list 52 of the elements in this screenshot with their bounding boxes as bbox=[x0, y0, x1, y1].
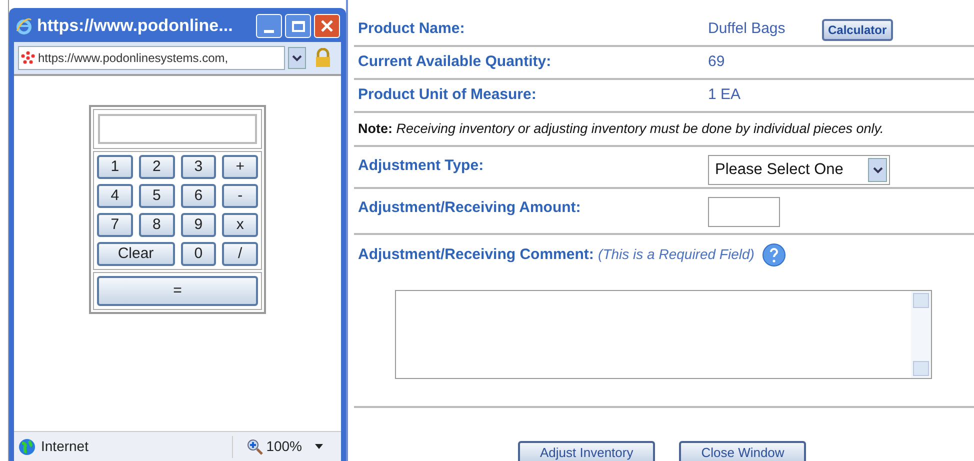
field-value: Duffel Bags bbox=[708, 19, 786, 40]
window-title: https://www.podonline... bbox=[37, 15, 233, 38]
scrollbar[interactable] bbox=[911, 291, 931, 378]
calculator-key[interactable]: + bbox=[222, 155, 258, 179]
calculator-key[interactable]: 4 bbox=[97, 184, 133, 208]
lock-icon bbox=[315, 48, 331, 68]
field-label: Product Unit of Measure: bbox=[358, 85, 538, 106]
calculator-key[interactable]: 3 bbox=[180, 155, 216, 179]
calculator-key[interactable]: 1 bbox=[97, 155, 133, 179]
calculator-key[interactable]: 7 bbox=[97, 213, 133, 237]
field-label: Adjustment Type: bbox=[358, 156, 485, 176]
adjustment-type-select[interactable]: Please Select One bbox=[708, 155, 890, 185]
calculator-key[interactable]: 9 bbox=[180, 213, 216, 237]
calculator-key[interactable]: Clear bbox=[97, 242, 174, 266]
calculator-key[interactable]: / bbox=[222, 242, 258, 266]
calculator-key[interactable]: 8 bbox=[138, 213, 174, 237]
minimize-button[interactable] bbox=[256, 14, 282, 38]
site-icon bbox=[21, 51, 35, 65]
note-text: Note: Receiving inventory or adjusting inventory must be done by individual pieces only. bbox=[358, 120, 884, 138]
calculator-key[interactable]: 0 bbox=[180, 242, 216, 266]
form-button[interactable]: Close Window bbox=[679, 441, 806, 461]
close-icon bbox=[321, 20, 333, 32]
field-value: 69 bbox=[708, 52, 726, 72]
amount-field[interactable] bbox=[708, 197, 780, 227]
browser-logo-icon bbox=[15, 17, 33, 35]
field-label: Current Available Quantity: bbox=[358, 52, 552, 72]
globe-icon bbox=[18, 438, 36, 456]
calculator-key[interactable]: - bbox=[222, 184, 258, 208]
address-field[interactable]: https://www.podonlinesystems.com, bbox=[18, 46, 285, 70]
calculator-button[interactable]: Calculator bbox=[822, 18, 893, 40]
zone-text: Internet bbox=[41, 437, 88, 456]
close-button[interactable] bbox=[314, 14, 340, 38]
dropdown-button[interactable] bbox=[288, 47, 306, 69]
field-label: Adjustment/Receiving Comment: (This is a Required Field) bbox=[358, 244, 754, 265]
comment-field[interactable] bbox=[395, 290, 932, 379]
calculator-key[interactable]: 2 bbox=[138, 155, 174, 179]
equals-button[interactable]: = bbox=[97, 276, 258, 306]
calculator-key[interactable]: 5 bbox=[138, 184, 174, 208]
zoom-level[interactable]: 100% bbox=[266, 436, 302, 457]
help-icon[interactable] bbox=[762, 243, 786, 267]
address-text: https://www.podonlinesystems.com, bbox=[38, 50, 228, 67]
calculator-key[interactable]: 6 bbox=[180, 184, 216, 208]
chevron-icon bbox=[872, 166, 882, 174]
field-label: Product Name: bbox=[358, 19, 466, 40]
field-label: Adjustment/Receiving Amount: bbox=[358, 198, 582, 218]
chevron-icon bbox=[292, 54, 302, 62]
zoom-icon bbox=[247, 438, 264, 454]
maximize-button[interactable] bbox=[285, 14, 311, 38]
field-value: 1 EA bbox=[708, 85, 742, 106]
caret-icon[interactable] bbox=[315, 444, 323, 449]
form-button[interactable]: Adjust Inventory bbox=[518, 441, 656, 461]
calculator-key[interactable]: x bbox=[222, 213, 258, 237]
